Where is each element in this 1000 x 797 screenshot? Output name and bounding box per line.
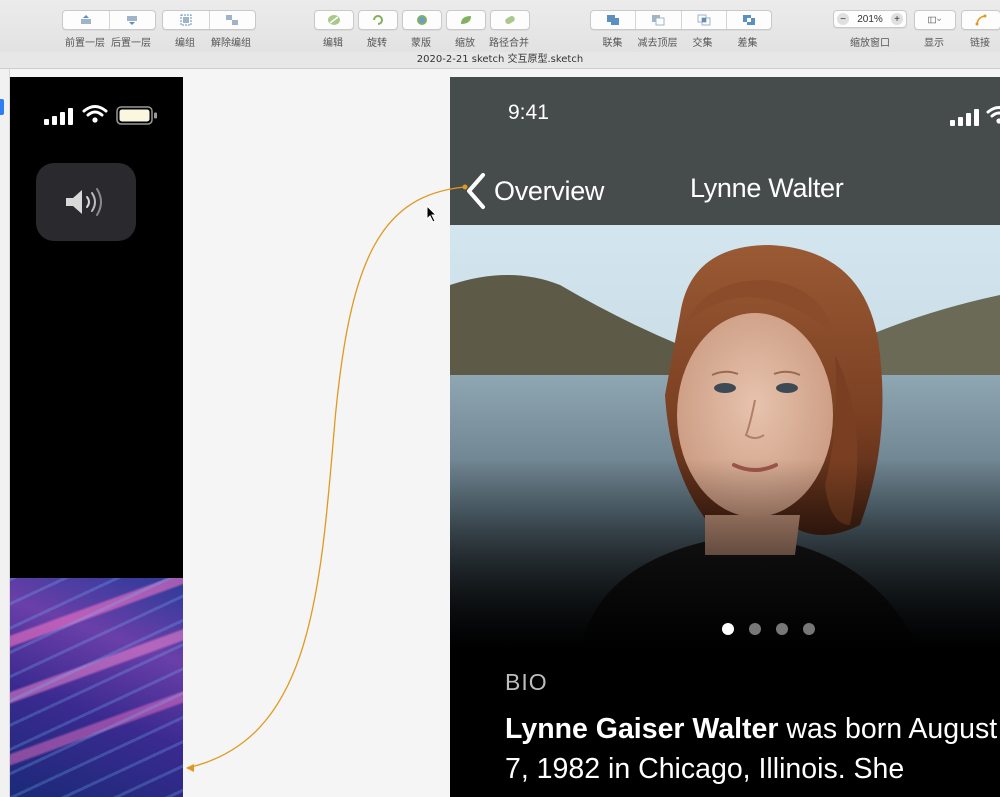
group-icon — [180, 14, 192, 26]
artboard-right[interactable]: 9:41 Overview Lynne Walter BIO Lynne Gai… — [450, 77, 1000, 797]
portrait-illustration — [450, 225, 1000, 650]
edit-shape-icon — [328, 15, 340, 25]
navigation-bar: 9:41 Overview Lynne Walter — [450, 77, 1000, 225]
window-title: 2020-2-21 sketch 交互原型.sketch — [0, 52, 1000, 69]
subtract-label: 减去顶层 — [637, 38, 678, 49]
selection-indicator — [0, 99, 4, 115]
link-icon — [975, 14, 987, 26]
edit-button[interactable] — [314, 10, 354, 30]
zoom-label: 缩放窗口 — [850, 38, 890, 49]
zoom-value: 201% — [857, 13, 883, 25]
mask-icon — [417, 15, 427, 25]
page-dot[interactable] — [722, 623, 734, 635]
union-button[interactable] — [591, 11, 637, 29]
page-dot[interactable] — [803, 623, 815, 635]
difference-button[interactable] — [727, 11, 771, 29]
group-segment — [162, 10, 256, 30]
forward-label: 前置一层 — [65, 38, 105, 49]
zoom-control: − 201% + — [833, 10, 907, 28]
union-label: 联集 — [602, 38, 623, 49]
chevron-left-icon — [467, 173, 485, 209]
artboard-left[interactable] — [10, 77, 183, 797]
bio-text: Lynne Gaiser Walter was born August 7, 1… — [505, 709, 1000, 789]
mouse-cursor-icon — [426, 205, 438, 223]
subtract-icon — [652, 15, 665, 26]
profile-photo[interactable] — [450, 225, 1000, 650]
flatten-label: 路径合并 — [489, 38, 529, 49]
nav-title: Lynne Walter — [690, 173, 844, 203]
subtract-button[interactable] — [636, 11, 682, 29]
arrange-segment — [62, 10, 156, 30]
ungroup-label: 解除编组 — [211, 38, 251, 49]
battery-icon — [116, 106, 157, 125]
union-icon — [607, 15, 620, 25]
scale-label: 缩放 — [455, 38, 475, 49]
forward-button[interactable] — [63, 11, 110, 29]
ungroup-button[interactable] — [210, 11, 256, 29]
intersect-icon — [697, 14, 711, 26]
group-label: 编组 — [175, 38, 195, 49]
view-layout-icon — [928, 16, 942, 24]
speaker-volume-icon — [66, 188, 102, 216]
page-dot[interactable] — [776, 623, 788, 635]
neon-photo — [10, 578, 183, 797]
bring-forward-icon — [80, 15, 91, 24]
mask-button[interactable] — [402, 10, 442, 30]
link-label: 链接 — [970, 38, 990, 49]
rotate-icon — [373, 15, 383, 25]
bio-line1-rest: was born August — [778, 713, 998, 745]
intersect-button[interactable] — [682, 11, 727, 29]
edit-label: 编辑 — [323, 38, 343, 49]
view-label: 显示 — [924, 38, 944, 49]
backward-label: 后置一层 — [111, 38, 151, 49]
intersect-label: 交集 — [692, 38, 713, 49]
group-button[interactable] — [163, 11, 210, 29]
flatten-button[interactable] — [490, 10, 530, 30]
scale-icon — [461, 16, 471, 24]
ungroup-icon — [226, 15, 239, 25]
link-button[interactable] — [961, 10, 1000, 30]
zoom-out-button[interactable]: − — [837, 13, 849, 25]
view-button[interactable] — [914, 10, 956, 30]
difference-label: 差集 — [737, 38, 758, 49]
layer-panel-edge[interactable] — [0, 69, 10, 797]
toolbar: 前置一层 后置一层 编组 解除编组 编辑 旋转 蒙版 缩放 路径合并 联集 减去… — [0, 0, 1000, 53]
back-button[interactable]: Overview — [464, 172, 604, 210]
page-indicator[interactable] — [722, 623, 815, 635]
volume-hud — [36, 163, 136, 241]
page-dot[interactable] — [749, 623, 761, 635]
scale-button[interactable] — [446, 10, 486, 30]
status-time: 9:41 — [508, 101, 549, 124]
bio-line2: 7, 1982 in Chicago, Illinois. She — [505, 753, 905, 785]
difference-icon — [742, 15, 755, 25]
flatten-icon — [505, 16, 515, 24]
backward-button[interactable] — [110, 11, 156, 29]
back-label: Overview — [494, 175, 605, 206]
zoom-in-button[interactable]: + — [890, 13, 903, 25]
wifi-icon — [986, 106, 1000, 124]
signal-icon — [950, 109, 979, 126]
rotate-button[interactable] — [358, 10, 398, 30]
mask-label: 蒙版 — [411, 38, 431, 49]
send-backward-icon — [127, 16, 138, 25]
signal-icon — [44, 108, 73, 125]
rotate-label: 旋转 — [367, 38, 387, 49]
boolean-segment — [590, 10, 772, 30]
bio-name: Lynne Gaiser Walter — [505, 713, 779, 745]
wifi-icon — [82, 105, 108, 123]
bio-heading: BIO — [505, 669, 548, 695]
